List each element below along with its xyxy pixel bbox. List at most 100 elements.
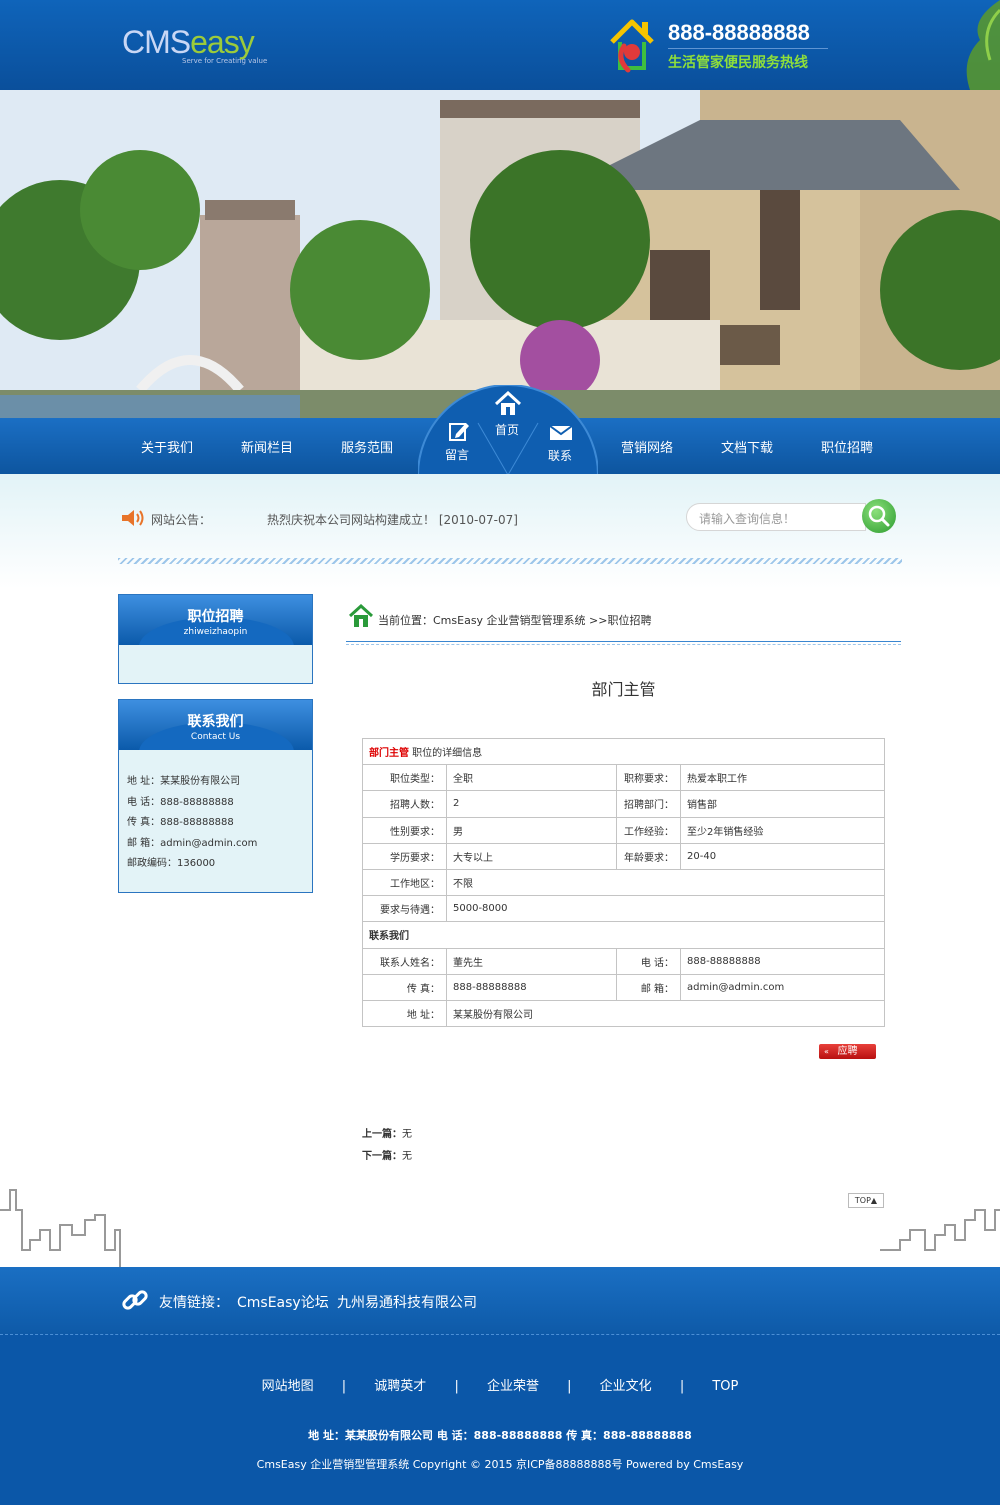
job-detail-caption: 职位的详细信息 bbox=[409, 748, 483, 760]
headcount-label: 招聘人数： bbox=[362, 790, 447, 818]
friend-links-label: 友情链接： bbox=[159, 1295, 229, 1311]
sidebar-contact-header: 联系我们 Contact Us bbox=[119, 700, 312, 750]
age-label: 年龄要求： bbox=[616, 842, 681, 870]
footer-address: 地 址：某某股份有限公司 电 话：888-88888888 传 真：888-88… bbox=[308, 1429, 692, 1442]
footer-separator: | bbox=[341, 1379, 347, 1394]
experience-label: 工作经验： bbox=[616, 816, 681, 844]
search-input[interactable]: 请输入查询信息！ bbox=[686, 503, 866, 531]
site-logo[interactable]: CMSeasy Serve for Creating value bbox=[122, 24, 267, 65]
speaker-icon bbox=[122, 510, 144, 526]
contact-postcode: 邮政编码：136000 bbox=[127, 858, 216, 869]
nav-marketing[interactable]: 营销网络 bbox=[621, 437, 673, 456]
footer-link-careers[interactable]: 诚聘英才 bbox=[374, 1379, 426, 1394]
table-row: 部门主管 职位的详细信息 bbox=[362, 737, 885, 766]
area-value: 不限 bbox=[446, 868, 885, 897]
table-row: 性别要求： 男 工作经验： 至少2年销售经验 bbox=[362, 816, 885, 844]
job-detail-table: 部门主管 职位的详细信息 职位类型： 全职 职称要求： 热爱本职工作 招聘人数：… bbox=[362, 737, 885, 1028]
nav-home[interactable]: 首页 bbox=[495, 421, 519, 438]
nav-contact[interactable]: 联系 bbox=[548, 447, 572, 464]
contact-name-value: 董先生 bbox=[446, 947, 617, 975]
notice-area bbox=[0, 474, 1000, 589]
age-value: 20-40 bbox=[680, 842, 885, 870]
next-value: 无 bbox=[402, 1151, 412, 1162]
sidebar-contact-info: 地 址：某某股份有限公司 电 话：888-88888888 传 真：888-88… bbox=[119, 750, 312, 895]
link-chain-icon bbox=[122, 1290, 148, 1310]
edit-icon[interactable] bbox=[448, 420, 470, 442]
notice-marquee[interactable]: 热烈庆祝本公司网站构建成立！ [2010-07-07] bbox=[267, 511, 518, 528]
sidebar-contact-subtitle: Contact Us bbox=[190, 732, 241, 742]
footer-copyright: CmsEasy 企业营销型管理系统 Copyright © 2015 京ICP备… bbox=[256, 1458, 744, 1471]
email-value[interactable]: admin@admin.com bbox=[680, 973, 885, 1001]
education-value: 大专以上 bbox=[446, 842, 617, 870]
footer-link-top[interactable]: TOP bbox=[712, 1379, 738, 1394]
contact-address: 地 址：某某股份有限公司 bbox=[127, 776, 241, 787]
sidebar-jobs-box: 职位招聘 zhiweizhaopin bbox=[118, 594, 313, 684]
leaf-decoration bbox=[966, 0, 1000, 90]
experience-value: 至少2年销售经验 bbox=[680, 816, 885, 844]
nav-services[interactable]: 服务范围 bbox=[341, 437, 393, 456]
table-row: 职位类型： 全职 职称要求： 热爱本职工作 bbox=[362, 764, 885, 792]
table-row: 地 址： 某某股份有限公司 bbox=[362, 999, 885, 1028]
email-label: 邮 箱： bbox=[616, 973, 681, 1001]
apply-arrow-icon: « bbox=[824, 1047, 829, 1056]
city-skyline-right bbox=[880, 1209, 1000, 1251]
sidebar-contact-box: 联系我们 Contact Us 地 址：某某股份有限公司 电 话：888-888… bbox=[118, 699, 313, 893]
job-type-label: 职位类型： bbox=[362, 764, 447, 792]
nav-guestbook[interactable]: 留言 bbox=[445, 446, 469, 463]
logo-text-a: CMS bbox=[122, 24, 191, 60]
table-row: 要求与待遇： 5000-8000 bbox=[362, 895, 885, 923]
table-row: 学历要求： 大专以上 年龄要求： 20-40 bbox=[362, 842, 885, 870]
friend-link-forum[interactable]: CmsEasy论坛 bbox=[237, 1292, 329, 1312]
table-row: 工作地区： 不限 bbox=[362, 868, 885, 897]
sidebar-jobs-header: 职位招聘 zhiweizhaopin bbox=[119, 595, 312, 645]
nav-news[interactable]: 新闻栏目 bbox=[241, 437, 293, 456]
sidebar-jobs-title[interactable]: 职位招聘 bbox=[119, 595, 312, 626]
footer-separator: | bbox=[679, 1379, 685, 1394]
prev-article[interactable]: 上一篇：无 bbox=[362, 1125, 412, 1140]
headcount-value: 2 bbox=[446, 790, 617, 818]
hotline-divider bbox=[668, 48, 828, 49]
sidebar-jobs-subtitle: zhiweizhaopin bbox=[183, 627, 248, 637]
phone-house-icon bbox=[610, 19, 654, 73]
education-label: 学历要求： bbox=[362, 842, 447, 870]
contact-phone: 电 话：888-88888888 bbox=[127, 796, 234, 808]
contact-name-label: 联系人姓名： bbox=[362, 947, 447, 975]
footer-nav: 网站地图 | 诚聘英才 | 企业荣誉 | 企业文化 | TOP bbox=[0, 1375, 1000, 1394]
footer-separator: | bbox=[454, 1379, 459, 1394]
job-type-value: 全职 bbox=[446, 764, 617, 792]
fax-value: 888-88888888 bbox=[446, 973, 617, 1001]
tel-value: 888-88888888 bbox=[680, 947, 885, 975]
next-article[interactable]: 下一篇：无 bbox=[362, 1147, 412, 1162]
prev-label: 上一篇： bbox=[362, 1129, 402, 1140]
home-icon[interactable] bbox=[494, 391, 522, 417]
nav-downloads[interactable]: 文档下载 bbox=[721, 437, 773, 456]
gender-value: 男 bbox=[446, 816, 617, 844]
title-req-value: 热爱本职工作 bbox=[680, 764, 885, 792]
address-value: 某某股份有限公司 bbox=[446, 999, 885, 1028]
breadcrumb[interactable]: 当前位置：CmsEasy 企业营销型管理系统 >>职位招聘 bbox=[378, 612, 651, 628]
mail-icon[interactable] bbox=[549, 425, 573, 441]
table-row: 招聘人数： 2 招聘部门： 销售部 bbox=[362, 790, 885, 818]
footer-link-culture[interactable]: 企业文化 bbox=[600, 1379, 652, 1394]
back-to-top-button[interactable]: TOP▲ bbox=[848, 1193, 884, 1208]
site-footer bbox=[0, 1334, 1000, 1505]
nav-jobs[interactable]: 职位招聘 bbox=[821, 437, 873, 456]
footer-link-sitemap[interactable]: 网站地图 bbox=[262, 1379, 314, 1394]
friend-links-bar bbox=[0, 1267, 1000, 1334]
salary-label: 要求与待遇： bbox=[362, 895, 447, 923]
friend-link-company[interactable]: 九州易通科技有限公司 bbox=[337, 1292, 477, 1312]
table-row: 传 真： 888-88888888 邮 箱： admin@admin.com bbox=[362, 973, 885, 1001]
hotline-number: 888-88888888 bbox=[668, 20, 810, 45]
gender-label: 性别要求： bbox=[362, 816, 447, 844]
sidebar-contact-title: 联系我们 bbox=[187, 714, 244, 730]
home-breadcrumb-icon bbox=[349, 604, 373, 627]
apply-button[interactable]: « 应聘 bbox=[819, 1044, 876, 1059]
nav-about[interactable]: 关于我们 bbox=[141, 437, 193, 456]
apply-label: 应聘 bbox=[837, 1046, 858, 1057]
fax-label: 传 真： bbox=[362, 973, 447, 1001]
footer-link-honors[interactable]: 企业荣誉 bbox=[487, 1379, 539, 1394]
department-label: 招聘部门： bbox=[616, 790, 681, 818]
search-button[interactable] bbox=[862, 499, 896, 533]
table-header-cell: 部门主管 职位的详细信息 bbox=[362, 737, 885, 766]
next-label: 下一篇： bbox=[362, 1151, 402, 1162]
